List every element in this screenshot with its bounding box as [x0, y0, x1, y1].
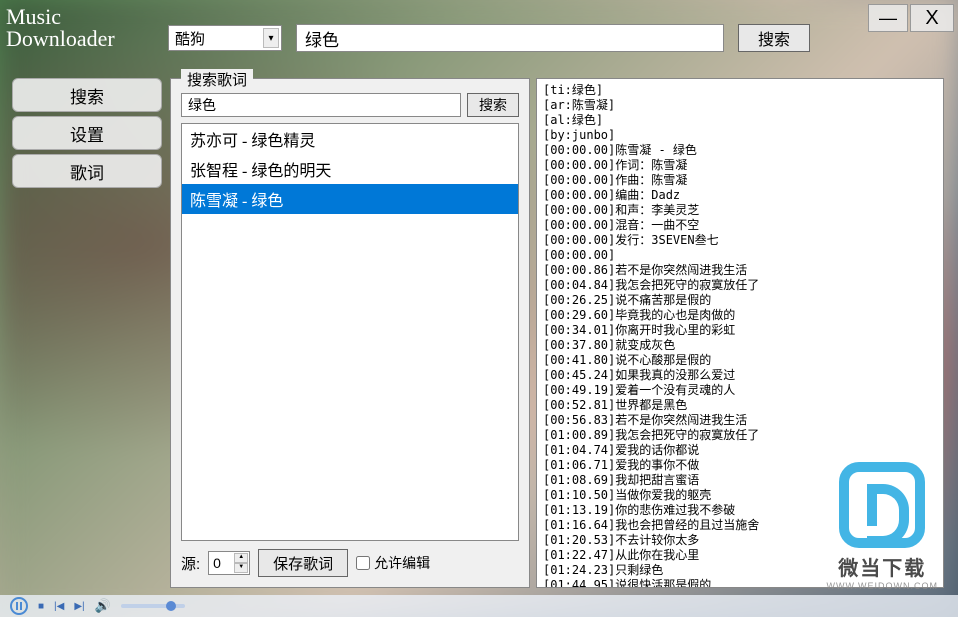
- panel-legend: 搜索歌词: [181, 69, 253, 90]
- lyric-search-panel: 搜索歌词 搜索 苏亦可 - 绿色精灵张智程 - 绿色的明天陈雪凝 - 绿色 源:…: [170, 78, 530, 588]
- chevron-down-icon[interactable]: ▾: [263, 28, 279, 48]
- main-search-button[interactable]: 搜索: [738, 24, 810, 52]
- list-item[interactable]: 苏亦可 - 绿色精灵: [182, 124, 518, 154]
- allow-edit-label: 允许编辑: [374, 553, 430, 573]
- lyrics-textarea[interactable]: [ti:绿色] [ar:陈雪凝] [al:绿色] [by:junbo] [00:…: [536, 78, 944, 588]
- app-logo: Music Downloader: [6, 6, 115, 50]
- sidebar-item-settings[interactable]: 设置: [12, 116, 162, 150]
- close-button[interactable]: X: [910, 4, 954, 32]
- volume-slider[interactable]: [121, 604, 185, 608]
- allow-edit-checkbox-wrap[interactable]: 允许编辑: [356, 553, 430, 573]
- minimize-button[interactable]: —: [868, 4, 908, 32]
- volume-icon[interactable]: 🔊: [95, 598, 111, 614]
- list-item[interactable]: 张智程 - 绿色的明天: [182, 154, 518, 184]
- spinner-down-icon[interactable]: ▼: [234, 563, 248, 573]
- titlebar: — X: [868, 4, 954, 32]
- stop-icon[interactable]: ■: [38, 601, 44, 612]
- main-search-input[interactable]: [296, 24, 724, 52]
- save-lyrics-button[interactable]: 保存歌词: [258, 549, 348, 577]
- lyric-search-button[interactable]: 搜索: [467, 93, 519, 117]
- spinner-up-icon[interactable]: ▲: [234, 553, 248, 563]
- allow-edit-checkbox[interactable]: [356, 556, 370, 570]
- prev-track-icon[interactable]: |◀: [54, 601, 64, 612]
- top-search-bar: 酷狗 ▾ 搜索: [168, 24, 810, 52]
- volume-slider-thumb[interactable]: [166, 601, 176, 611]
- sidebar-item-lyrics[interactable]: 歌词: [12, 154, 162, 188]
- source-combo[interactable]: 酷狗 ▾: [168, 25, 282, 51]
- list-item[interactable]: 陈雪凝 - 绿色: [182, 184, 518, 214]
- sidebar: 搜索 设置 歌词: [12, 78, 162, 192]
- player-bar: ■ |◀ ▶| 🔊: [0, 595, 958, 617]
- source-label: 源:: [181, 553, 200, 574]
- sidebar-item-search[interactable]: 搜索: [12, 78, 162, 112]
- next-track-icon[interactable]: ▶|: [74, 601, 84, 612]
- lyric-results-list[interactable]: 苏亦可 - 绿色精灵张智程 - 绿色的明天陈雪凝 - 绿色: [181, 123, 519, 541]
- play-pause-button[interactable]: [10, 597, 28, 615]
- lyric-search-input[interactable]: [181, 93, 461, 117]
- source-combo-value: 酷狗: [175, 28, 205, 49]
- source-index-spinner[interactable]: 0 ▲ ▼: [208, 551, 250, 575]
